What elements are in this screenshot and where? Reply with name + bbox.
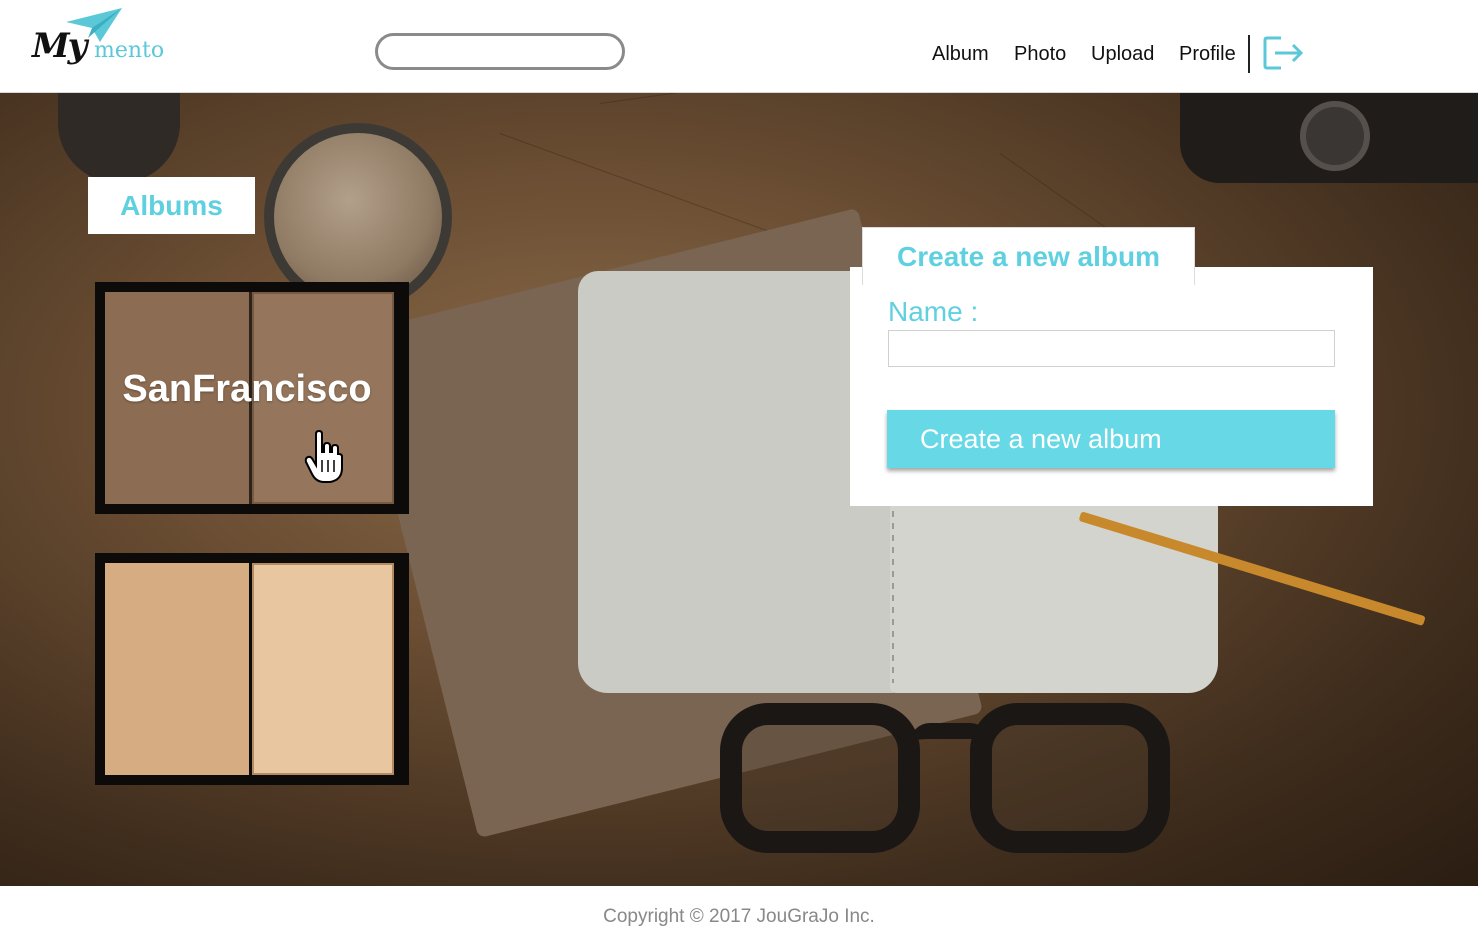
camera-lens bbox=[1300, 101, 1370, 171]
create-album-tab: Create a new album bbox=[862, 227, 1195, 285]
nav-profile-link[interactable]: Profile bbox=[1179, 43, 1236, 66]
album-title: SanFrancisco bbox=[122, 368, 372, 410]
create-album-button[interactable]: Create a new album bbox=[887, 410, 1335, 468]
nav-album-link[interactable]: Album bbox=[932, 43, 989, 66]
mymento-logo[interactable]: My mento bbox=[30, 8, 170, 72]
search-input[interactable] bbox=[375, 33, 625, 70]
albums-section-label: Albums bbox=[88, 177, 255, 234]
glasses-left-rim bbox=[720, 703, 920, 853]
thread-spool bbox=[58, 93, 180, 183]
nav-upload-link[interactable]: Upload bbox=[1091, 43, 1154, 66]
hand-pointer-cursor-icon bbox=[302, 429, 346, 489]
album-overlay bbox=[105, 563, 394, 775]
album-card[interactable] bbox=[95, 553, 409, 785]
album-card[interactable]: SanFrancisco bbox=[95, 282, 409, 514]
logo-my-text: My bbox=[32, 26, 87, 66]
copyright-text: Copyright © 2017 JouGraJo Inc. bbox=[603, 906, 875, 927]
top-header: My mento Album Photo Upload Profile bbox=[0, 0, 1478, 93]
name-label: Name : bbox=[888, 296, 979, 327]
logo-mento-text: mento bbox=[94, 38, 165, 63]
nav-divider bbox=[1248, 35, 1250, 73]
glasses-right-rim bbox=[970, 703, 1170, 853]
nav-photo-link[interactable]: Photo bbox=[1014, 43, 1066, 66]
eyeglasses bbox=[720, 693, 1180, 883]
album-name-field[interactable] bbox=[888, 330, 1335, 367]
map-line bbox=[599, 93, 1096, 104]
logout-icon[interactable] bbox=[1263, 36, 1305, 70]
